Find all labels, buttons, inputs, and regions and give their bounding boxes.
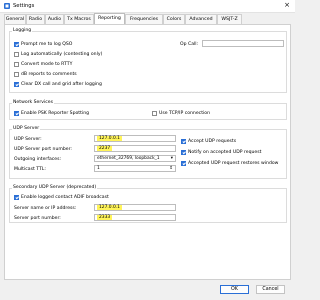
psk-checkbox[interactable] bbox=[14, 111, 19, 116]
convert-rtty-checkbox[interactable] bbox=[14, 62, 19, 67]
ttl-label: Multicast TTL: bbox=[14, 167, 46, 172]
ok-button[interactable]: OK bbox=[220, 285, 249, 294]
ttl-value: 1 bbox=[97, 166, 100, 171]
title-bar: Settings × bbox=[0, 0, 295, 13]
restore-window-label: Accepted UDP request restores window bbox=[188, 161, 279, 166]
app-icon bbox=[4, 3, 10, 9]
op-call-label: Op Call: bbox=[180, 42, 199, 47]
server-port-input[interactable]: 2333 bbox=[94, 214, 176, 221]
udp-port-input[interactable]: 2237 bbox=[94, 145, 176, 152]
chevron-down-icon: ▾ bbox=[170, 156, 173, 161]
server-port-value: 2333 bbox=[97, 215, 113, 220]
window-title: Settings bbox=[13, 3, 35, 9]
tcp-checkbox[interactable] bbox=[152, 111, 157, 116]
clear-dx-label: Clear DX call and grid after logging bbox=[21, 82, 102, 87]
restore-window-checkbox[interactable] bbox=[181, 161, 186, 166]
notify-udp-checkbox[interactable] bbox=[181, 150, 186, 155]
adif-checkbox[interactable] bbox=[14, 195, 19, 200]
server-port-label: Server port number: bbox=[14, 216, 61, 221]
close-icon[interactable]: × bbox=[284, 2, 290, 9]
interfaces-value: ethernet_32769, loopback_1 bbox=[97, 156, 160, 161]
tab-colors[interactable]: Colors bbox=[163, 14, 185, 24]
secondary-title: Secondary UDP Server (deprecated) bbox=[12, 185, 98, 190]
udp-port-value: 2237 bbox=[97, 146, 113, 151]
op-call-input[interactable] bbox=[202, 40, 284, 47]
tab-radio[interactable]: Radio bbox=[26, 14, 45, 24]
prompt-qso-label: Prompt me to log QSO bbox=[21, 42, 73, 47]
db-reports-checkbox[interactable] bbox=[14, 72, 19, 77]
tab-audio[interactable]: Audio bbox=[45, 14, 64, 24]
reporting-panel: Logging Prompt me to log QSO Op Call: Lo… bbox=[4, 24, 291, 280]
prompt-qso-checkbox[interactable] bbox=[14, 42, 19, 47]
server-name-input[interactable]: 127.0.0.1 bbox=[94, 204, 176, 211]
udp-title: UDP Server bbox=[12, 126, 41, 131]
adif-label: Enable logged contact ADIF broadcast bbox=[21, 195, 109, 200]
logging-title: Logging bbox=[12, 28, 33, 33]
interfaces-select[interactable]: ethernet_32769, loopback_1 ▾ bbox=[94, 155, 176, 162]
psk-label: Enable PSK Reporter Spotting bbox=[21, 111, 90, 116]
accept-udp-checkbox[interactable] bbox=[181, 139, 186, 144]
udp-server-label: UDP Server: bbox=[14, 137, 42, 142]
convert-rtty-label: Convert mode to RTTY bbox=[21, 62, 73, 67]
spin-arrows-icon[interactable]: ⇕ bbox=[169, 166, 173, 171]
ttl-spinbox[interactable]: 1 ⇕ bbox=[94, 165, 176, 172]
server-name-value: 127.0.0.1 bbox=[97, 205, 122, 210]
notify-udp-label: Notify on accepted UDP request bbox=[188, 150, 262, 155]
tab-tx-macros[interactable]: Tx Macros bbox=[64, 14, 94, 24]
network-title: Network Services bbox=[12, 100, 55, 105]
db-reports-label: dB reports to comments bbox=[21, 72, 77, 77]
tab-wsjt-z[interactable]: WSJT-Z bbox=[217, 14, 242, 24]
log-auto-checkbox[interactable] bbox=[14, 52, 19, 57]
server-name-label: Server name or IP address: bbox=[14, 206, 77, 211]
cancel-button[interactable]: Cancel bbox=[256, 285, 285, 294]
interfaces-label: Outgoing interfaces: bbox=[14, 157, 62, 162]
accept-udp-label: Accept UDP requests bbox=[188, 139, 237, 144]
clear-dx-checkbox[interactable] bbox=[14, 82, 19, 87]
tab-general[interactable]: General bbox=[4, 14, 26, 24]
tcp-label: Use TCP/IP connection bbox=[159, 111, 210, 116]
tab-frequencies[interactable]: Frequencies bbox=[125, 14, 163, 24]
udp-server-input[interactable]: 127.0.0.1 bbox=[94, 135, 176, 142]
log-auto-label: Log automatically (contesting only) bbox=[21, 52, 103, 57]
tab-advanced[interactable]: Advanced bbox=[185, 14, 217, 24]
udp-server-value: 127.0.0.1 bbox=[97, 136, 122, 141]
udp-port-label: UDP Server port number: bbox=[14, 147, 72, 152]
